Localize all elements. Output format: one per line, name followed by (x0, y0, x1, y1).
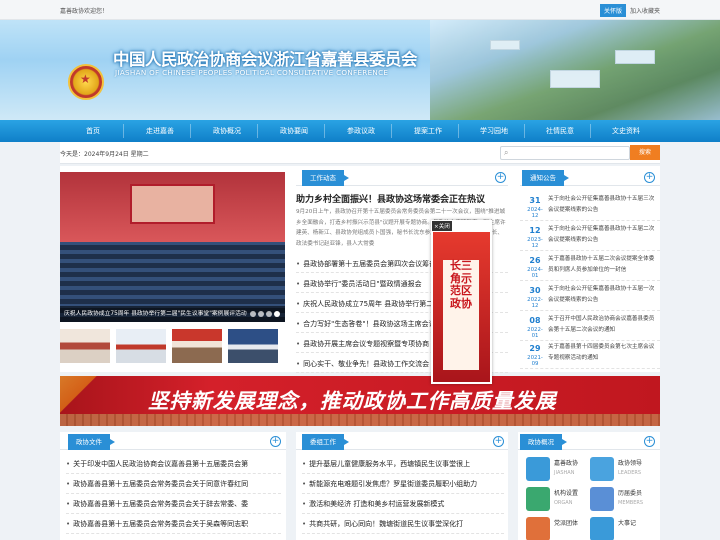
notices-header: 通知公告 + (520, 170, 660, 186)
care-mode-button[interactable]: 关怀版 (600, 4, 627, 17)
cppcc-emblem-icon: ★ (68, 64, 104, 100)
header-banner: ★ 中国人民政治协商会议浙江省嘉善县委员会 JIASHAN OF CHINESE… (0, 20, 720, 120)
nav-item-study[interactable]: 学习园地 (464, 120, 524, 142)
overview-item-organ[interactable]: 机构设置 ORGAN (526, 485, 588, 515)
slider-dot[interactable] (258, 311, 264, 317)
nav-item-news[interactable]: 政协要闻 (264, 120, 324, 142)
building-icon (526, 457, 550, 481)
nav-item-history[interactable]: 文史资料 (596, 120, 656, 142)
thumbnail-image[interactable] (60, 329, 110, 363)
overview-item-jiashan[interactable]: 嘉善政协 JIASHAN (526, 455, 588, 485)
slider-pagination (248, 311, 280, 319)
nav-item-overview[interactable]: 政协概况 (197, 120, 257, 142)
notice-item[interactable]: 30 2022-12 关于向社会公开征集嘉善县政协十五届一次会议提案线索的公告 (520, 282, 660, 311)
thumbnail-image[interactable] (116, 329, 166, 363)
search-icon: ⌕ (504, 148, 509, 157)
overview-item-leaders[interactable]: 政协领导 LEADERS (590, 455, 652, 485)
floating-ad-text: 长三角示范区政协 (450, 259, 472, 310)
more-plus-icon[interactable]: + (270, 436, 281, 447)
overview-header: 政协概况 + (518, 434, 660, 450)
overview-item-members[interactable]: 历届委员 MEMBERS (590, 485, 652, 515)
nav-item-politics[interactable]: 参政议政 (331, 120, 391, 142)
committee-tag[interactable]: 委组工作 (302, 434, 349, 450)
date-search-bar: 今天是：2024年9月24日 星期二 ⌕ 搜索 (60, 142, 660, 164)
overview-item-parties[interactable]: 党派团体 (526, 515, 588, 540)
slider-dot[interactable] (274, 311, 280, 317)
slider-thumbnails (60, 329, 285, 363)
search-button[interactable]: 搜索 (630, 145, 660, 160)
member-icon (590, 487, 614, 511)
org-icon (526, 487, 550, 511)
theme-banner-text: 坚持新发展理念，推动政协工作高质量发展 (148, 389, 557, 413)
doc-item[interactable]: 政协嘉善县第十五届委员会常务委员会关于辞去常委、委 (66, 495, 281, 514)
notices-tag[interactable]: 通知公告 (522, 170, 569, 186)
committee-header: 委组工作 + (296, 434, 508, 450)
notice-item[interactable]: 08 2022-01 关于召开中国人民政治协商会议嘉善县委员会第十五届二次会议的通… (520, 312, 660, 341)
welcome-text: 嘉善政协欢迎您！ (60, 8, 109, 15)
slider-dot[interactable] (250, 311, 256, 317)
nav-item-home[interactable]: 首页 (63, 120, 123, 142)
committee-item[interactable]: 共商共研，同心同向！魏塘街道民生议事堂深化打 (302, 515, 504, 534)
more-plus-icon[interactable]: + (495, 172, 506, 183)
theme-banner[interactable]: 坚持新发展理念，推动政协工作高质量发展 (60, 376, 660, 426)
committee-item[interactable]: 激活和美经济 打造和美乡村运营发展新模式 (302, 495, 504, 514)
more-plus-icon[interactable]: + (644, 172, 655, 183)
doc-item[interactable]: 政协嘉善县第十五届委员会常务委员会关于吴森等同志职 (66, 515, 281, 534)
add-favorite-link[interactable]: 加入收藏夹 (630, 6, 660, 15)
nav-item-about-jiashan[interactable]: 走进嘉善 (130, 120, 190, 142)
notice-item[interactable]: 26 2024-01 关于嘉善县政协十五届二次会议提案全体委员和列席人员参加单位的… (520, 252, 660, 281)
nav-item-proposals[interactable]: 提案工作 (398, 120, 458, 142)
nav-item-public-opinion[interactable]: 社情民意 (530, 120, 590, 142)
city-aerial-image (430, 20, 720, 120)
work-news-header: 工作动态 + (296, 170, 508, 186)
news-slider[interactable]: 庆祝人民政协成立75周年 县政协举行第二届"民生议事堂"案例展评活动 (60, 172, 285, 322)
slider-dot[interactable] (266, 311, 272, 317)
thumbnail-image[interactable] (172, 329, 222, 363)
doc-item[interactable]: 关于印发中国人民政治协商会议嘉善县第十五届委员会第 (66, 455, 281, 474)
committee-item[interactable]: 提升基层儿童健康服务水平，西塘镇民生议事堂很上 (302, 455, 504, 474)
floating-ad[interactable]: ×关闭 长三角示范区政协 (431, 220, 492, 384)
more-plus-icon[interactable]: + (493, 436, 504, 447)
thumbnail-image[interactable] (228, 329, 278, 363)
doc-item[interactable]: 政协嘉善县第十五届委员会常务委员会关于同意许春红同 (66, 475, 281, 494)
docs-tag[interactable]: 政协文件 (68, 434, 115, 450)
people-icon (590, 457, 614, 481)
meeting-stage-image (60, 172, 285, 242)
calendar-icon (590, 517, 614, 540)
current-date: 今天是：2024年9月24日 星期二 (60, 151, 149, 158)
notice-item[interactable]: 12 2023-12 关于向社会公开征集嘉善县政协十五届二次会议提案线索的公告 (520, 222, 660, 251)
docs-header: 政协文件 + (60, 434, 286, 450)
close-ad-button[interactable]: ×关闭 (432, 221, 452, 231)
overview-tag[interactable]: 政协概况 (520, 434, 567, 450)
site-subtitle: JIASHAN OF CHINESE PEOPLES POLITICAL CON… (115, 68, 389, 77)
site-title: 中国人民政治协商会议浙江省嘉善县委员会 (113, 50, 418, 69)
top-bar: 嘉善政协欢迎您！ 关怀版 加入收藏夹 (0, 0, 720, 20)
committee-item[interactable]: 新能源充电难题引发焦虑？罗星街道委员履职小组助力 (302, 475, 504, 494)
work-news-tag[interactable]: 工作动态 (302, 170, 349, 186)
notice-item[interactable]: 31 2024-12 关于向社会公开征集嘉善县政协十五届三次会议提案线索的公告 (520, 192, 660, 221)
search-input[interactable]: ⌕ (500, 146, 630, 160)
party-icon (526, 517, 550, 540)
more-plus-icon[interactable]: + (644, 436, 655, 447)
headline-link[interactable]: 助力乡村全面振兴！县政协这场常委会正在热议 (296, 192, 485, 205)
notice-item[interactable]: 29 2021-09 关于嘉善县第十四届委员会第七次主席会议专题视察活动的通知 (520, 340, 660, 369)
overview-item-events[interactable]: 大事记 (590, 515, 652, 540)
main-nav: 首页 走进嘉善 政协概况 政协要闻 参政议政 提案工作 学习园地 社情民意 文史… (0, 120, 720, 142)
